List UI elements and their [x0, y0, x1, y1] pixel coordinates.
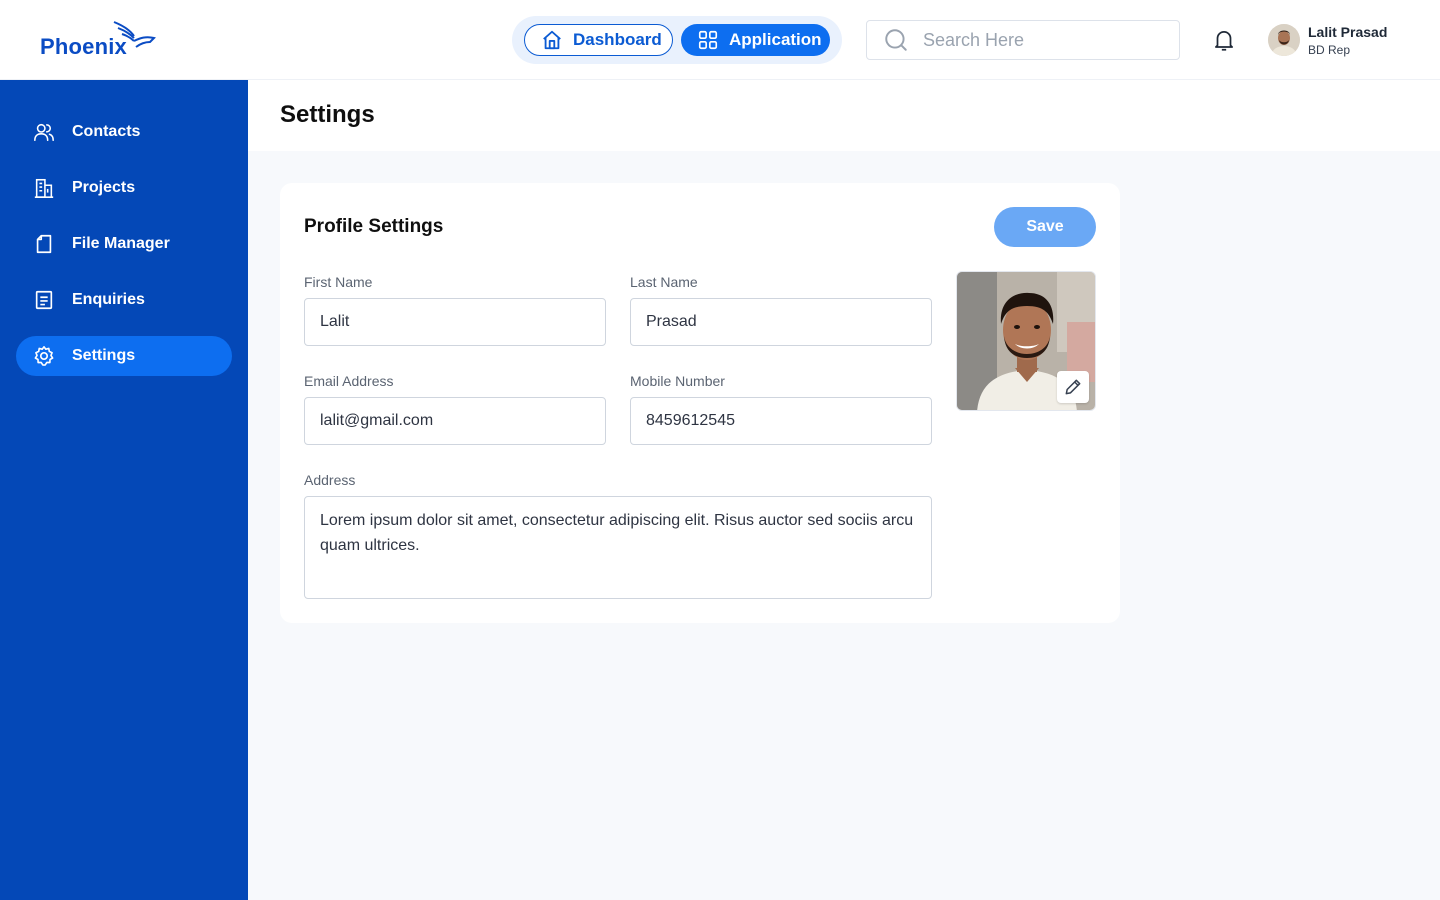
sidebar-item-label: Projects — [72, 179, 136, 196]
sidebar-item-enquiries[interactable]: Enquiries — [16, 280, 232, 320]
sidebar-item-projects[interactable]: Projects — [16, 168, 232, 208]
save-button[interactable]: Save — [994, 207, 1096, 247]
search-input[interactable] — [923, 29, 1153, 51]
tab-dashboard[interactable]: Dashboard — [524, 24, 673, 56]
search-icon[interactable] — [883, 27, 909, 53]
home-icon — [543, 30, 561, 50]
tab-dashboard-label: Dashboard — [573, 30, 662, 49]
mobile-label: Mobile Number — [630, 373, 725, 389]
search-box — [866, 20, 1180, 60]
phoenix-logo[interactable]: Phoenix — [40, 20, 160, 62]
avatar — [1268, 24, 1300, 56]
bell-icon[interactable] — [1211, 27, 1237, 53]
sidebar-item-file-manager[interactable]: File Manager — [16, 224, 232, 264]
phoenix-bird-icon — [113, 21, 156, 48]
top-bar: Phoenix Dashboard Application Search Her… — [0, 0, 1440, 80]
building-icon — [32, 176, 56, 200]
address-field[interactable]: Lorem ipsum dolor sit amet, consectetur … — [304, 496, 932, 599]
sidebar-item-label: Enquiries — [72, 291, 145, 308]
sidebar-item-label: Settings — [72, 347, 136, 364]
sidebar-item-label: File Manager — [72, 235, 170, 252]
app-switcher: Dashboard Application — [512, 16, 842, 64]
last-name-label: Last Name — [630, 274, 698, 290]
file-icon — [32, 232, 56, 256]
profile-settings-card: Profile Settings Save First Name Last Na… — [280, 183, 1120, 623]
users-icon — [32, 120, 56, 144]
pencil-icon — [1065, 379, 1081, 395]
profile-photo — [956, 271, 1096, 411]
sidebar-item-contacts[interactable]: Contacts — [16, 112, 232, 152]
user-profile-menu[interactable]: Lalit Prasad BD Rep — [1268, 22, 1428, 58]
page-header: Settings — [248, 80, 1440, 151]
first-name-field[interactable] — [304, 298, 606, 346]
grid-icon — [698, 30, 718, 50]
address-label: Address — [304, 472, 356, 488]
sidebar-item-settings[interactable]: Settings — [16, 336, 232, 376]
user-name: Lalit Prasad — [1308, 24, 1388, 40]
user-role: BD Rep — [1308, 43, 1351, 57]
tab-application[interactable]: Application — [681, 24, 830, 56]
tab-application-label: Application — [729, 30, 822, 49]
email-field[interactable] — [304, 397, 606, 445]
sidebar-item-label: Contacts — [72, 123, 141, 140]
document-icon — [32, 288, 56, 312]
edit-photo-button[interactable] — [1057, 371, 1089, 403]
mobile-field[interactable] — [630, 397, 932, 445]
email-label: Email Address — [304, 373, 394, 389]
page-title: Settings — [280, 101, 375, 128]
first-name-label: First Name — [304, 274, 373, 290]
gear-icon — [32, 344, 56, 368]
last-name-field[interactable] — [630, 298, 932, 346]
sidebar: Contacts Projects File Manager Enquiries — [0, 80, 248, 900]
card-title: Profile Settings — [304, 216, 444, 237]
